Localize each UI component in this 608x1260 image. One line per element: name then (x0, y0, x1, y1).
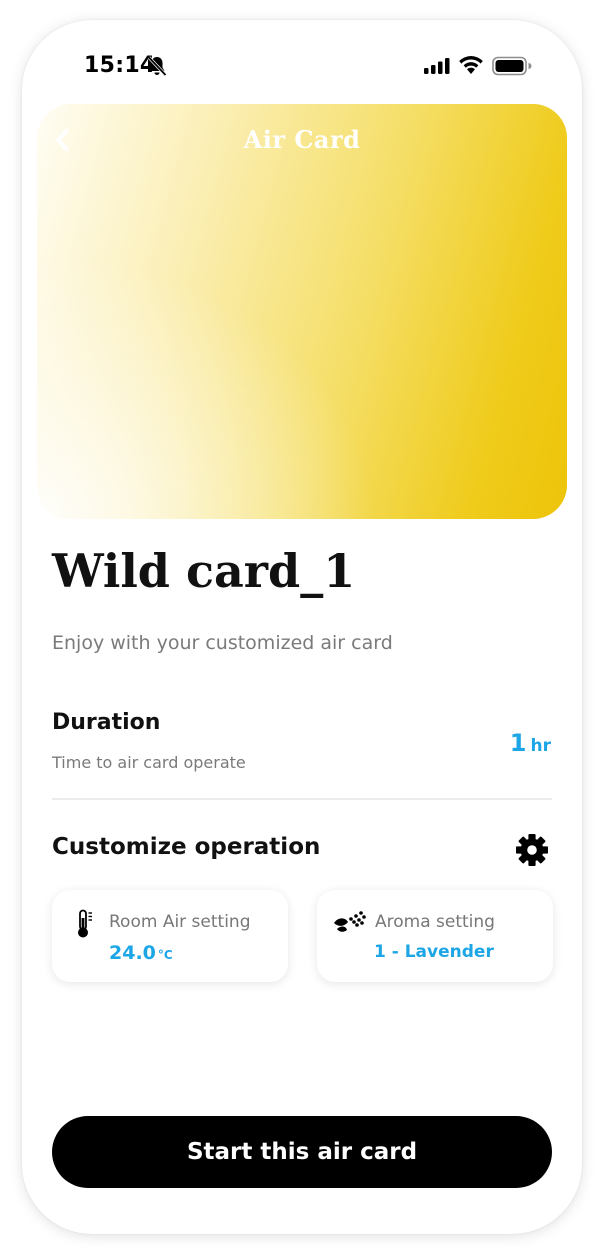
phone-screen: 15:14 Air Card Wild card_1 Enjoy with yo… (22, 20, 582, 1234)
status-time: 15:14 (84, 53, 156, 78)
card-name: Wild card_1 (52, 544, 356, 598)
divider (52, 798, 552, 800)
room-air-setting-card[interactable]: Room Air setting 24.0 °C (52, 890, 288, 982)
aroma-value: 1 - Lavender (374, 942, 494, 962)
room-air-unit: °C (157, 948, 173, 962)
duration-number: 1 (509, 729, 527, 757)
thermometer-icon (76, 909, 94, 943)
duration-description: Time to air card operate (52, 753, 246, 772)
duration-value[interactable]: 1 hr (510, 729, 551, 757)
duration-title: Duration (52, 710, 161, 735)
card-subtitle: Enjoy with your customized air card (52, 632, 393, 654)
air-card-hero: Air Card (37, 104, 567, 519)
duration-unit: hr (530, 736, 552, 756)
wifi-icon (458, 55, 484, 79)
room-air-label: Room Air setting (109, 912, 251, 932)
customize-title: Customize operation (52, 834, 321, 860)
gear-icon (516, 834, 548, 866)
start-air-card-button[interactable]: Start this air card (52, 1116, 552, 1188)
aroma-icon (332, 910, 368, 938)
page-title: Air Card (243, 125, 361, 154)
room-air-value: 24.0 °C (109, 942, 173, 964)
battery-icon (492, 56, 532, 80)
aroma-label: Aroma setting (375, 912, 495, 932)
bell-slash-icon (146, 55, 168, 81)
signal-icon (424, 58, 450, 78)
settings-button[interactable] (514, 832, 550, 868)
aroma-setting-card[interactable]: Aroma setting 1 - Lavender (317, 890, 553, 982)
room-air-temperature: 24.0 (109, 942, 156, 964)
